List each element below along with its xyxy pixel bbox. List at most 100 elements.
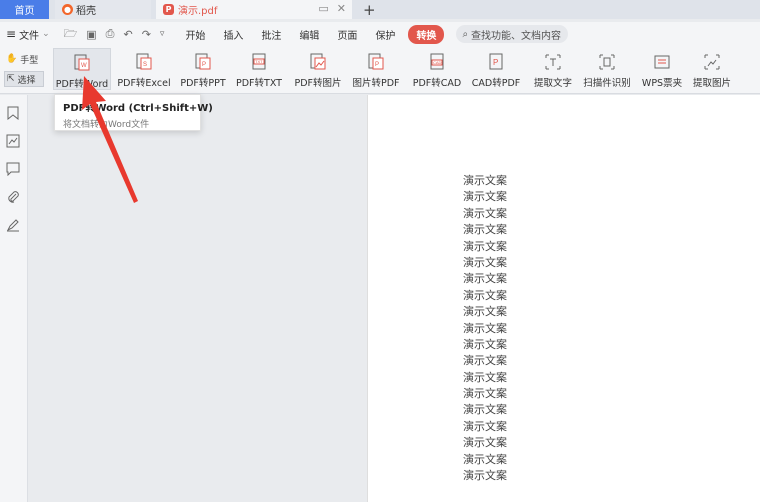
- tooltip: PDF转Word (Ctrl+Shift+W) 将文档转为Word文件: [54, 94, 213, 131]
- redo-icon[interactable]: ↷: [142, 28, 151, 41]
- document-line: 演示文案: [463, 239, 507, 253]
- extract-text-button[interactable]: 提取文字: [530, 48, 576, 90]
- pdf-to-excel-label: PDF转Excel: [117, 78, 171, 89]
- pdf-to-ppt-label: PDF转PPT: [180, 78, 226, 89]
- document-line: 演示文案: [463, 223, 507, 237]
- document-line: 演示文案: [463, 419, 507, 433]
- document-page: 演示文案 演示文案 演示文案 演示文案 演示文案 演示文案 演示文案 演示文案 演示文案 演示文案…: [367, 95, 760, 502]
- cad-to-pdf-button[interactable]: P CAD转PDF: [469, 48, 523, 90]
- tab-pdf-document[interactable]: P 演示.pdf ▭ ✕: [156, 0, 352, 19]
- cursor-icon: ⇱: [7, 74, 15, 84]
- image-to-pdf-button[interactable]: P 图片转PDF: [350, 48, 402, 90]
- pdf-to-ppt-icon: P: [193, 52, 213, 72]
- daoke-logo-icon: ●: [62, 4, 73, 15]
- svg-text:CAD: CAD: [433, 60, 442, 65]
- undo-icon[interactable]: ↶: [123, 28, 132, 41]
- cad-to-pdf-icon: P: [486, 52, 506, 72]
- pdf-to-image-label: PDF转图片: [294, 78, 342, 89]
- cad-to-pdf-label: CAD转PDF: [471, 78, 521, 89]
- side-tools: ✋ 手型 ⇱ 选择: [4, 51, 44, 91]
- svg-text:S: S: [143, 62, 147, 68]
- extract-image-icon: [702, 52, 722, 72]
- document-line: 演示文案: [463, 370, 507, 384]
- pdf-to-txt-label: PDF转TXT: [236, 78, 282, 89]
- attachment-icon[interactable]: [5, 189, 21, 205]
- scan-recognition-button[interactable]: 扫描件识别: [580, 48, 634, 90]
- pdf-to-txt-icon: TXT: [249, 52, 269, 72]
- new-tab-button[interactable]: +: [363, 0, 376, 19]
- pdf-to-ppt-button[interactable]: P PDF转PPT: [177, 48, 229, 90]
- pdf-to-cad-button[interactable]: CAD PDF转CAD: [410, 48, 464, 90]
- tab-home-label: 首页: [14, 6, 35, 17]
- svg-text:P: P: [493, 58, 498, 67]
- document-line: 演示文案: [463, 337, 507, 351]
- menu-start[interactable]: 开始: [176, 27, 214, 42]
- tab-pdf-label: 演示.pdf: [178, 6, 218, 17]
- open-folder-icon[interactable]: 🗁: [64, 25, 78, 44]
- pdf-logo-icon: P: [163, 4, 174, 15]
- pdf-to-txt-button[interactable]: TXT PDF转TXT: [234, 48, 284, 90]
- pdf-to-word-button[interactable]: W PDF转Word: [53, 48, 111, 90]
- pdf-to-image-icon: [308, 52, 328, 72]
- menu-convert[interactable]: 转换: [408, 24, 445, 44]
- tab-home[interactable]: 首页: [0, 0, 49, 19]
- pin-icon[interactable]: ▭: [318, 2, 328, 15]
- scan-icon: [597, 52, 617, 72]
- select-tool[interactable]: ⇱ 选择: [4, 71, 44, 87]
- document-line: 演示文案: [463, 321, 507, 335]
- file-menu[interactable]: ≡ 文件 ⌄: [6, 27, 50, 42]
- scan-recognition-label: 扫描件识别: [583, 78, 631, 89]
- document-line: 演示文案: [463, 206, 507, 220]
- tab-daoke[interactable]: ● 稻壳: [55, 0, 151, 19]
- hand-tool-label: 手型: [20, 55, 39, 66]
- hamburger-icon: ≡: [6, 27, 17, 41]
- document-line: 演示文案: [463, 288, 507, 302]
- svg-text:TXT: TXT: [255, 59, 263, 64]
- document-line: 演示文案: [463, 436, 507, 450]
- search-placeholder: 查找功能、文档内容: [471, 30, 562, 42]
- left-sidebar: [0, 95, 28, 502]
- pdf-to-excel-button[interactable]: S PDF转Excel: [116, 48, 172, 90]
- ticket-folder-icon: [652, 52, 672, 72]
- signature-icon[interactable]: [5, 217, 21, 233]
- image-to-pdf-icon: P: [366, 52, 386, 72]
- search-box[interactable]: ⌕ 查找功能、文档内容: [456, 25, 569, 43]
- menu-annotate[interactable]: 批注: [252, 27, 290, 42]
- document-line: 演示文案: [463, 403, 507, 417]
- svg-text:P: P: [375, 62, 379, 68]
- close-icon[interactable]: ✕: [337, 2, 346, 15]
- document-line: 演示文案: [463, 387, 507, 401]
- document-line: 演示文案: [463, 255, 507, 269]
- pdf-to-word-icon: W: [72, 53, 92, 73]
- chevron-down-icon: ⌄: [42, 29, 50, 39]
- document-line: 演示文案: [463, 452, 507, 466]
- wps-ticket-folder-button[interactable]: WPS票夹: [638, 48, 686, 90]
- ribbon: ✋ 手型 ⇱ 选择 W PDF转Word S PDF转Excel P PDF转P…: [0, 46, 760, 94]
- print-icon[interactable]: ⎙: [106, 27, 115, 41]
- hand-icon: ✋: [6, 54, 18, 64]
- document-line: 演示文案: [463, 354, 507, 368]
- menu-edit[interactable]: 编辑: [290, 27, 328, 42]
- save-icon[interactable]: ▣: [86, 28, 96, 41]
- tooltip-description: 将文档转为Word文件: [63, 120, 150, 130]
- hand-tool[interactable]: ✋ 手型: [4, 51, 44, 67]
- document-line: 演示文案: [463, 174, 507, 187]
- bookmark-icon[interactable]: [5, 105, 21, 121]
- pdf-to-image-button[interactable]: PDF转图片: [291, 48, 345, 90]
- pdf-to-cad-label: PDF转CAD: [412, 78, 462, 89]
- tab-daoke-label: 稻壳: [76, 6, 96, 17]
- thumbnail-icon[interactable]: [5, 133, 21, 149]
- extract-image-label: 提取图片: [692, 78, 731, 89]
- more-dropdown-icon[interactable]: ▿: [160, 29, 165, 39]
- document-line: 演示文案: [463, 305, 507, 319]
- menu-insert[interactable]: 插入: [214, 27, 252, 42]
- menu-tabs: 开始 插入 批注 编辑 页面 保护 转换: [176, 24, 445, 44]
- document-line: 演示文案: [463, 469, 507, 483]
- comment-icon[interactable]: [5, 161, 21, 177]
- menu-protect[interactable]: 保护: [366, 27, 404, 42]
- pdf-to-cad-icon: CAD: [427, 52, 447, 72]
- extract-text-label: 提取文字: [533, 78, 572, 89]
- document-line: 演示文案: [463, 190, 507, 204]
- menu-page[interactable]: 页面: [328, 27, 366, 42]
- extract-image-button[interactable]: 提取图片: [690, 48, 734, 90]
